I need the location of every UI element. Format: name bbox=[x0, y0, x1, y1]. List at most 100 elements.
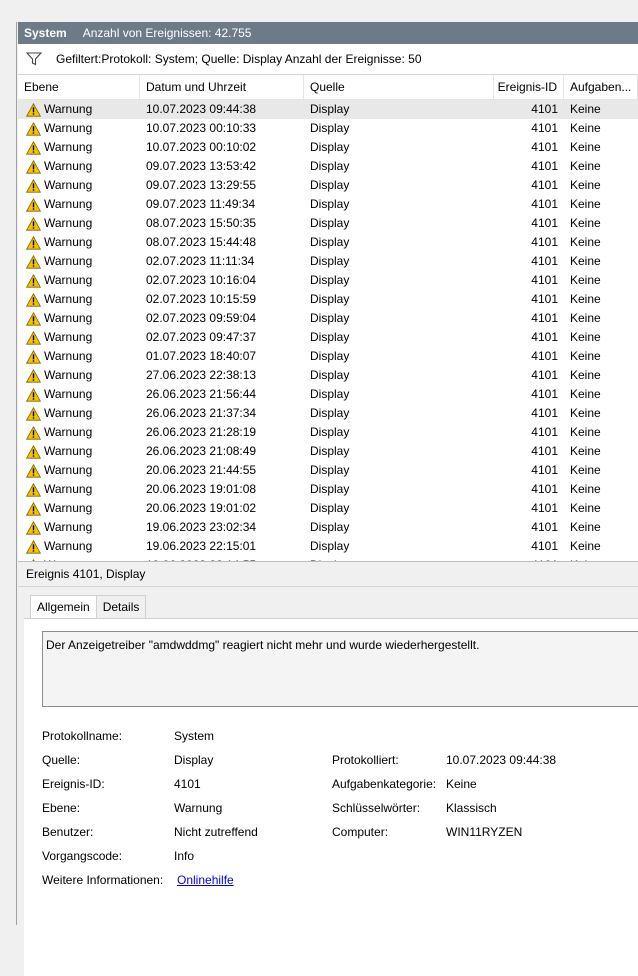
event-row[interactable]: Warnung 26.06.2023 21:56:44 Display 4101 Kei… bbox=[18, 385, 638, 404]
general-tab-content: Der Anzeigetreiber "amdwddmg" reagiert n… bbox=[24, 618, 638, 976]
event-source: Display bbox=[310, 254, 350, 268]
event-level: Warnung bbox=[18, 556, 140, 561]
column-header-aufgaben[interactable]: Aufgaben... bbox=[564, 75, 638, 99]
warning-icon bbox=[26, 311, 41, 326]
event-task: Keine bbox=[570, 235, 601, 249]
event-row[interactable]: Warnung 02.07.2023 09:59:04 Display 4101 Kei… bbox=[18, 309, 638, 328]
event-row[interactable]: Warnung 02.07.2023 10:15:59 Display 4101 Kei… bbox=[18, 290, 638, 309]
event-row[interactable]: Warnung 08.07.2023 15:44:48 Display 4101 Kei… bbox=[18, 233, 638, 252]
event-datetime: 19.06.2023 22:14:55 bbox=[140, 556, 304, 561]
warning-icon bbox=[26, 463, 41, 478]
event-row[interactable]: Warnung 19.06.2023 22:15:01 Display 4101 Kei… bbox=[18, 537, 638, 556]
event-row[interactable]: Warnung 08.07.2023 15:50:35 Display 4101 Kei… bbox=[18, 214, 638, 233]
event-source: Display bbox=[310, 216, 350, 230]
event-task: Keine bbox=[570, 368, 601, 382]
event-id: 4101 bbox=[531, 292, 558, 306]
event-datetime: 10.07.2023 09:44:38 bbox=[146, 102, 257, 116]
event-task: Keine bbox=[570, 197, 601, 211]
event-datetime: 08.07.2023 15:50:35 bbox=[146, 216, 257, 230]
event-task: Keine bbox=[570, 273, 601, 287]
event-level: Warnung bbox=[18, 214, 140, 233]
event-level: Warnung bbox=[18, 385, 140, 404]
event-datetime: 26.06.2023 21:28:19 bbox=[146, 425, 257, 439]
event-datetime: 09.07.2023 13:53:42 bbox=[146, 159, 257, 173]
event-level: Warnung bbox=[18, 442, 140, 461]
column-header-datum[interactable]: Datum und Uhrzeit bbox=[140, 75, 304, 99]
event-row[interactable]: Warnung 10.07.2023 00:10:33 Display 4101 Kei… bbox=[18, 119, 638, 138]
warning-icon bbox=[26, 368, 41, 383]
tab-allgemein[interactable]: Allgemein bbox=[30, 595, 97, 620]
event-level-text: Warnung bbox=[44, 368, 93, 382]
label-protokolliert: Protokolliert: bbox=[332, 753, 399, 767]
event-id: 4101 bbox=[531, 273, 558, 287]
event-row[interactable]: Warnung 27.06.2023 22:38:13 Display 4101 Kei… bbox=[18, 366, 638, 385]
event-level-text: Warnung bbox=[44, 444, 93, 458]
event-level: Warnung bbox=[18, 328, 140, 347]
event-level-text: Warnung bbox=[44, 292, 93, 306]
event-row[interactable]: Warnung 19.06.2023 23:02:34 Display 4101 Kei… bbox=[18, 518, 638, 537]
event-row[interactable]: Warnung 20.06.2023 19:01:02 Display 4101 Kei… bbox=[18, 499, 638, 518]
log-title-bar: System Anzahl von Ereignissen: 42.755 bbox=[18, 22, 638, 44]
value-aufgabenkategorie: Keine bbox=[446, 777, 477, 791]
event-datetime: 10.07.2023 00:10:33 bbox=[146, 121, 257, 135]
event-row[interactable]: Warnung 26.06.2023 21:37:34 Display 4101 Kei… bbox=[18, 404, 638, 423]
event-datetime: 27.06.2023 22:38:13 bbox=[146, 368, 257, 382]
grid-header: Ebene Datum und Uhrzeit Quelle Ereignis-… bbox=[18, 75, 638, 100]
event-row[interactable]: Warnung 26.06.2023 21:28:19 Display 4101 Kei… bbox=[18, 423, 638, 442]
warning-icon bbox=[26, 444, 41, 459]
event-level-text: Warnung bbox=[44, 121, 93, 135]
left-pane-edge bbox=[0, 22, 17, 925]
onlinehilfe-link[interactable]: Onlinehilfe bbox=[177, 873, 234, 887]
event-row[interactable]: Warnung 10.07.2023 00:10:02 Display 4101 Kei… bbox=[18, 138, 638, 157]
event-row[interactable]: Warnung 02.07.2023 11:11:34 Display 4101 Kei… bbox=[18, 252, 638, 271]
event-datetime: 02.07.2023 10:15:59 bbox=[146, 292, 257, 306]
value-computer: WIN11RYZEN bbox=[446, 825, 523, 839]
event-row[interactable]: Warnung 09.07.2023 13:29:55 Display 4101 Kei… bbox=[18, 176, 638, 195]
event-row[interactable]: Warnung 09.07.2023 11:49:34 Display 4101 Kei… bbox=[18, 195, 638, 214]
event-row[interactable]: Warnung 20.06.2023 21:44:55 Display 4101 Kei… bbox=[18, 461, 638, 480]
event-row[interactable]: Warnung 01.07.2023 18:40:07 Display 4101 Kei… bbox=[18, 347, 638, 366]
label-ebene: Ebene: bbox=[42, 801, 81, 815]
event-id: 4101 bbox=[531, 444, 558, 458]
event-level: Warnung bbox=[18, 100, 140, 119]
event-level: Warnung bbox=[18, 423, 140, 442]
label-benutzer: Benutzer: bbox=[42, 825, 94, 839]
event-row[interactable]: Warnung 20.06.2023 19:01:08 Display 4101 Kei… bbox=[18, 480, 638, 499]
event-row[interactable]: Warnung 02.07.2023 10:16:04 Display 4101 Kei… bbox=[18, 271, 638, 290]
label-ereignis-id: Ereignis-ID: bbox=[42, 777, 105, 791]
event-task: Keine bbox=[570, 387, 601, 401]
warning-icon bbox=[26, 387, 41, 402]
warning-icon bbox=[26, 425, 41, 440]
warning-icon bbox=[26, 235, 41, 250]
column-header-ebene[interactable]: Ebene bbox=[18, 75, 140, 99]
event-id: 4101 bbox=[531, 178, 558, 192]
event-id: 4101 bbox=[531, 330, 558, 344]
event-row[interactable]: Warnung 26.06.2023 21:08:49 Display 4101 Kei… bbox=[18, 442, 638, 461]
event-row[interactable]: Warnung 10.07.2023 09:44:38 Display 4101 Kei… bbox=[18, 100, 638, 119]
event-datetime: 02.07.2023 09:47:37 bbox=[146, 330, 257, 344]
value-protokollname: System bbox=[174, 729, 215, 743]
event-datetime: 09.07.2023 11:49:34 bbox=[146, 197, 256, 211]
event-id: 4101 bbox=[531, 501, 558, 515]
warning-icon bbox=[26, 121, 41, 136]
event-level-text: Warnung bbox=[44, 216, 93, 230]
event-level: Warnung bbox=[18, 195, 140, 214]
event-row[interactable]: Warnung 09.07.2023 13:53:42 Display 4101 Kei… bbox=[18, 157, 638, 176]
event-datetime: 26.06.2023 21:56:44 bbox=[146, 387, 257, 401]
event-grid: Ebene Datum und Uhrzeit Quelle Ereignis-… bbox=[18, 75, 638, 562]
tab-details[interactable]: Details bbox=[95, 595, 147, 619]
event-description[interactable]: Der Anzeigetreiber "amdwddmg" reagiert n… bbox=[42, 631, 638, 707]
column-header-quelle[interactable]: Quelle bbox=[304, 75, 494, 99]
event-row[interactable]: Warnung 02.07.2023 09:47:37 Display 4101 Kei… bbox=[18, 328, 638, 347]
event-source: Display bbox=[310, 273, 350, 287]
event-level: Warnung bbox=[18, 233, 140, 252]
event-source: Display bbox=[310, 349, 350, 363]
event-level: Warnung bbox=[18, 480, 140, 499]
event-task: Keine bbox=[570, 482, 601, 496]
event-datetime: 20.06.2023 19:01:08 bbox=[146, 482, 257, 496]
event-task: Keine bbox=[570, 216, 601, 230]
value-vorgangscode: Info bbox=[174, 849, 195, 863]
column-header-ereignis-id[interactable]: Ereignis-ID bbox=[494, 75, 564, 99]
event-task: Keine bbox=[570, 539, 601, 553]
event-row[interactable]: Warnung 19.06.2023 22:14:55Display4101Kei… bbox=[18, 556, 638, 561]
